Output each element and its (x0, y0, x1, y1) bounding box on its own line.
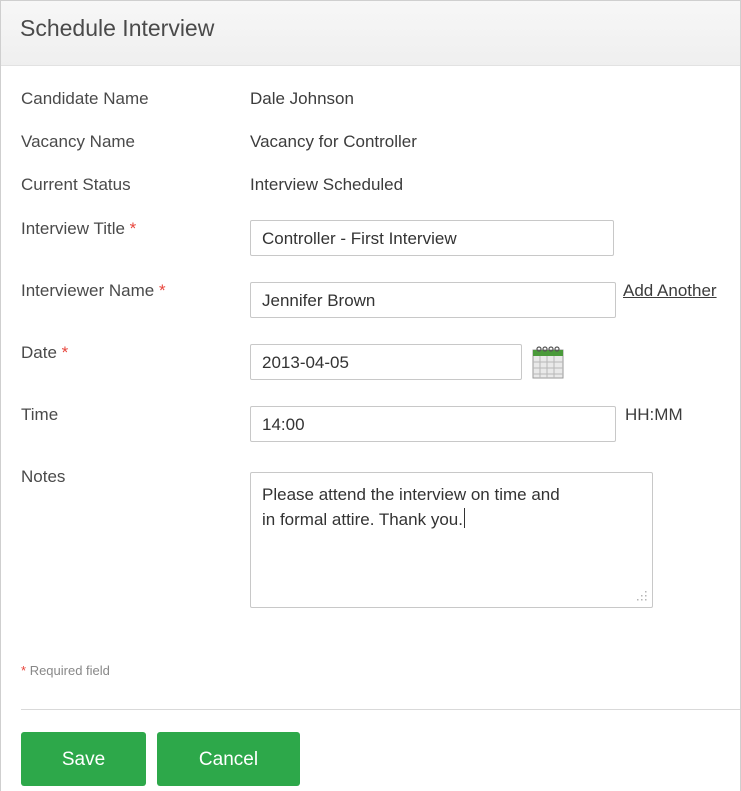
notes-line-1: Please attend the interview on time and (262, 485, 560, 504)
schedule-interview-panel: Schedule Interview Candidate Name Dale J… (0, 0, 741, 791)
required-asterisk: * (158, 281, 166, 300)
time-format-hint: HH:MM (625, 405, 683, 424)
required-field-note: * Required field (21, 663, 110, 678)
required-asterisk: * (61, 343, 69, 362)
date-label: Date * (21, 343, 69, 362)
candidate-name-label: Candidate Name (21, 89, 149, 108)
current-status-label: Current Status (21, 175, 131, 194)
interview-title-input[interactable]: Controller - First Interview (250, 220, 614, 256)
vacancy-name-value: Vacancy for Controller (250, 132, 417, 151)
time-label: Time (21, 405, 59, 424)
interviewer-name-input[interactable]: Jennifer Brown (250, 282, 616, 318)
page-title: Schedule Interview (20, 15, 215, 41)
title-bar: Schedule Interview (1, 0, 740, 66)
add-another-link[interactable]: Add Another (623, 281, 717, 301)
vacancy-name-label: Vacancy Name (21, 132, 136, 151)
cancel-button[interactable]: Cancel (157, 732, 300, 786)
candidate-name-value: Dale Johnson (250, 89, 354, 108)
notes-line-2: in formal attire. Thank you. (262, 510, 463, 529)
interviewer-name-label: Interviewer Name * (21, 281, 166, 300)
notes-label: Notes (21, 467, 66, 486)
time-input[interactable]: 14:00 (250, 406, 616, 442)
save-button[interactable]: Save (21, 732, 146, 786)
text-caret (463, 508, 465, 528)
resize-grip-icon[interactable] (635, 590, 647, 602)
divider (21, 709, 740, 710)
interview-title-label: Interview Title * (21, 219, 137, 238)
required-asterisk: * (129, 219, 137, 238)
calendar-icon[interactable] (530, 344, 566, 380)
notes-textarea[interactable]: Please attend the interview on time and … (250, 472, 653, 608)
date-input[interactable]: 2013-04-05 (250, 344, 522, 380)
current-status-value: Interview Scheduled (250, 175, 404, 194)
